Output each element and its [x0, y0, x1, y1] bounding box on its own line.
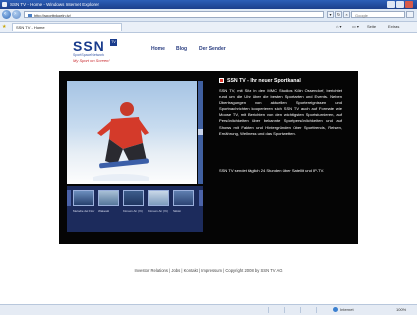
thumbnail-caption: Skiski: [173, 209, 181, 213]
site-logo[interactable]: SSN TV SportSpaceNetwork My Sport on Scr…: [73, 39, 117, 65]
thumbnail-strip: Melodie del Flor Wakeski Kimaxx Air (Xt)…: [67, 186, 203, 232]
tab-title: SSN TV - Home: [16, 25, 45, 30]
nav-home[interactable]: Home: [151, 46, 165, 52]
info-title-text: SSN TV - Ihr neuer Sportkanal: [227, 78, 301, 84]
forward-arrow-icon: ›: [14, 11, 16, 17]
refresh-button[interactable]: ↻: [335, 11, 342, 18]
thumbnail-5[interactable]: [173, 190, 194, 206]
info-title: SSN TV - Ihr neuer Sportkanal: [219, 78, 301, 84]
status-zone-text: Internet: [340, 307, 354, 312]
go-dropdown-button[interactable]: ▾: [327, 11, 334, 18]
page-icon: [28, 13, 32, 17]
thumbnail-3[interactable]: [123, 190, 144, 206]
player-scroll-thumb[interactable]: [198, 129, 203, 135]
address-toolbar: ‹ › http://sporttvkoeln.tv/ ▾ ↻ × Google: [0, 9, 417, 22]
thumbs-prev-arrow[interactable]: [67, 190, 71, 206]
search-placeholder: Google: [355, 13, 368, 18]
content-stage: Melodie del Flor Wakeski Kimaxx Air (Xt)…: [59, 71, 358, 244]
favorites-star-icon[interactable]: ★: [2, 24, 6, 30]
back-button[interactable]: ‹: [2, 10, 11, 19]
back-arrow-icon: ‹: [4, 11, 6, 17]
info-body: SSN TV, mit Sitz in den MMC Studios Köln…: [219, 88, 342, 136]
video-player[interactable]: [67, 81, 197, 184]
maximize-button[interactable]: [396, 1, 404, 8]
nav-blog[interactable]: Blog: [176, 46, 187, 52]
thumbnail-2[interactable]: [98, 190, 119, 206]
info-footer-line: SSN TV sendet täglich 24 Stunden über Sa…: [219, 168, 325, 173]
thumbnail-caption: Wakeski: [98, 209, 110, 213]
forward-button[interactable]: ›: [12, 10, 21, 19]
site-header: SSN TV SportSpaceNetwork My Sport on Scr…: [0, 33, 417, 71]
window-titlebar: SSN TV - Home - Windows Internet Explore…: [0, 0, 417, 9]
globe-icon: [333, 307, 338, 313]
logo-tv-badge: TV: [110, 39, 117, 46]
print-command-button[interactable]: ▭ ▾: [352, 23, 359, 31]
close-button[interactable]: [405, 1, 413, 8]
thumbnail-caption: Kimaxx Air (Xt): [148, 209, 168, 213]
thumbs-next-arrow[interactable]: [199, 190, 203, 206]
thumbnail-1[interactable]: [73, 190, 94, 206]
thumbnail-caption: Melodie del Flor: [73, 209, 95, 213]
address-input[interactable]: http://sporttvkoeln.tv/: [24, 11, 324, 18]
page-menu-button[interactable]: Seite: [367, 23, 376, 31]
minimize-button[interactable]: [387, 1, 395, 8]
thumbnail-4[interactable]: [148, 190, 169, 206]
home-command-button[interactable]: ⌂ ▾: [336, 23, 342, 31]
tab-toolbar: ★ SSN TV - Home ⌂ ▾ ▭ ▾ Seite Extras: [0, 22, 417, 33]
address-text: http://sporttvkoeln.tv/: [34, 13, 71, 18]
logo-tagline: My Sport on Screen!: [73, 58, 110, 63]
zoom-level[interactable]: 100%: [396, 306, 406, 314]
nav-der-sender[interactable]: Der Sender: [199, 46, 226, 52]
tools-menu-button[interactable]: Extras: [388, 23, 399, 31]
search-button[interactable]: [406, 11, 414, 18]
player-scrollbar[interactable]: [198, 81, 203, 184]
tab-current[interactable]: SSN TV - Home: [12, 23, 122, 31]
stop-button[interactable]: ×: [343, 11, 350, 18]
play-icon: [219, 78, 224, 84]
status-bar: Internet 100%: [0, 304, 417, 315]
snowboarder-image: [93, 102, 149, 181]
search-input[interactable]: Google: [351, 11, 405, 18]
ie-icon: [2, 2, 7, 7]
status-divider: [268, 307, 269, 313]
status-divider: [300, 307, 301, 313]
window-title: SSN TV - Home - Windows Internet Explore…: [10, 2, 99, 7]
page-footer: Investor Relations | Jobs | Kontakt | Im…: [134, 268, 283, 273]
status-divider: [284, 307, 285, 313]
status-zone: Internet: [333, 306, 354, 314]
status-divider: [316, 307, 317, 313]
logo-network-text: SportSpaceNetwork: [73, 53, 105, 57]
logo-ssn-text: SSN: [73, 38, 105, 54]
thumbnail-caption: Kimaxx Air (Xt): [123, 209, 143, 213]
